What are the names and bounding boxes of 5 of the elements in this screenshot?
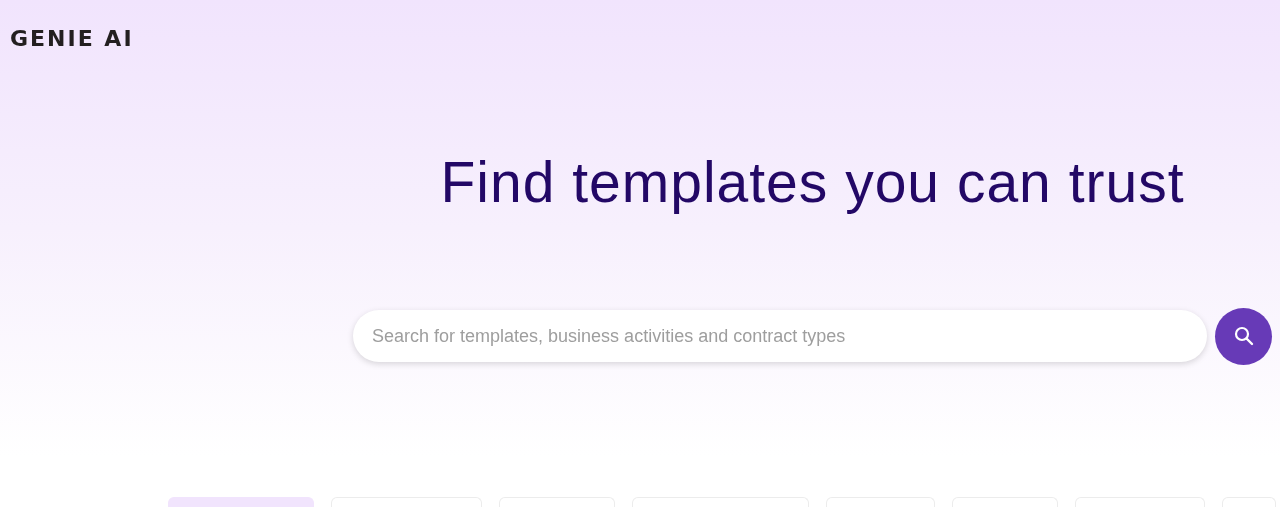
category-tab[interactable] xyxy=(168,496,314,507)
search-button[interactable] xyxy=(1215,307,1272,365)
logo[interactable]: GENIE AI xyxy=(10,28,134,50)
search-field[interactable]: Search for templates, business activities and contract types xyxy=(353,310,1207,363)
page-heading: Find templates you can trust xyxy=(439,151,1186,214)
